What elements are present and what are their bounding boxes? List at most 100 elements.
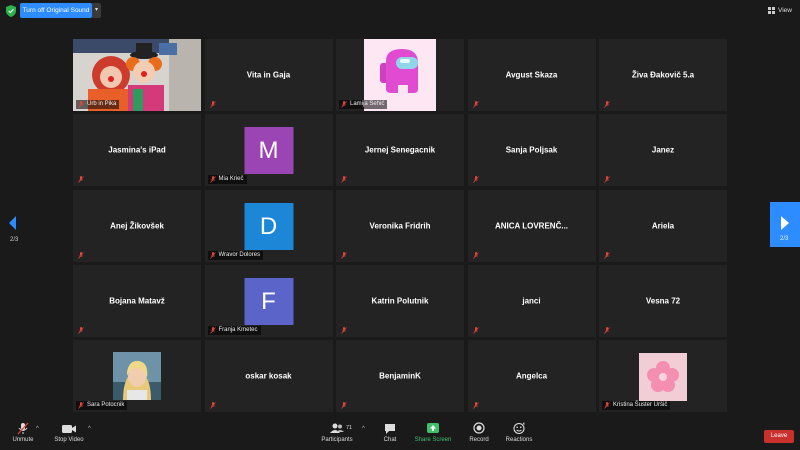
stop-video-label: Stop Video: [54, 437, 84, 443]
mic-muted-icon: [209, 251, 216, 259]
avatar: M: [244, 127, 293, 175]
chevron-down-icon: ▾: [94, 7, 98, 13]
participant-name: Janez: [651, 145, 675, 155]
participant-name-label: Lamija Šehić: [339, 100, 388, 109]
participants-label: Participants: [321, 437, 353, 443]
participant-tile[interactable]: Angelca: [467, 340, 596, 412]
chat-label: Chat: [383, 437, 397, 443]
participant-tile[interactable]: M Mia Krieč: [204, 114, 333, 187]
page-indicator: 2/3: [10, 237, 19, 243]
participant-tile[interactable]: Lamija Šehić: [336, 39, 464, 111]
page-indicator: 2/3: [780, 236, 789, 242]
unmute-label: Unmute: [12, 437, 34, 443]
mic-muted-icon: [604, 326, 610, 334]
mic-muted-icon: [472, 326, 479, 334]
record-button[interactable]: Record: [468, 422, 490, 450]
view-button[interactable]: View: [768, 5, 792, 16]
participant-tile[interactable]: Vita in Gaja: [204, 39, 333, 111]
reactions-button[interactable]: Reactions: [504, 422, 534, 450]
audio-options-caret-icon[interactable]: ^: [36, 426, 39, 432]
participant-tile[interactable]: Urb in Pika: [73, 39, 201, 111]
participant-tile[interactable]: ANICA LOVRENČ...: [467, 189, 596, 262]
participant-name: Avgust Skaza: [505, 70, 558, 80]
participant-name-label: Franja Kmetec: [207, 325, 261, 335]
video-options-caret-icon[interactable]: ^: [88, 426, 91, 432]
unmute-button[interactable]: Unmute: [12, 422, 34, 450]
participant-tile[interactable]: Živa Đakovič 5.a: [599, 39, 727, 111]
participant-tile[interactable]: Kristina Šuster Uršič: [599, 340, 727, 412]
participant-tile[interactable]: Janez: [599, 114, 727, 187]
participant-name: Jasmina's iPad: [108, 145, 166, 155]
participant-tile[interactable]: Jernej Senegacnik: [336, 114, 464, 187]
share-screen-button[interactable]: Share Screen: [414, 422, 452, 450]
mic-muted-icon: [78, 101, 84, 108]
top-bar: Turn off Original Sound ▾ View: [0, 0, 800, 22]
mic-muted-icon: [78, 326, 84, 334]
mic-muted-icon: [341, 176, 347, 183]
record-icon: [473, 422, 485, 434]
view-label: View: [778, 7, 792, 14]
gallery-grid: Urb in Pika Vita in Gaja Lamija Šehić Av…: [73, 39, 727, 412]
participant-tile[interactable]: Bojana Matavž: [73, 264, 201, 337]
participant-tile[interactable]: Veronika Fridrih: [336, 189, 464, 262]
mic-muted-icon: [209, 101, 216, 108]
participant-name-label: Sara Potocnik: [76, 401, 128, 410]
participant-tile[interactable]: Katrin Polutnik: [336, 264, 464, 337]
security-shield-icon: [6, 5, 16, 17]
mic-muted-icon: [472, 101, 479, 108]
leave-button[interactable]: Leave: [764, 430, 794, 443]
participant-tile[interactable]: F Franja Kmetec: [204, 264, 333, 337]
mic-muted-icon: [341, 402, 347, 409]
mic-muted-icon: [472, 176, 479, 183]
reaction-emoji-icon: [513, 422, 525, 435]
participant-tile[interactable]: janci: [467, 264, 596, 337]
participant-tile[interactable]: Sara Potocnik: [73, 340, 201, 412]
chevron-left-icon: [9, 216, 16, 230]
participant-name: BenjaminK: [379, 371, 421, 381]
participants-icon: [330, 423, 344, 433]
mic-muted-icon: [604, 251, 610, 259]
participant-name: Vita in Gaja: [246, 70, 291, 80]
video-camera-icon: [62, 425, 76, 433]
share-screen-label: Share Screen: [414, 437, 452, 443]
reactions-label: Reactions: [505, 437, 533, 443]
participant-name: Bojana Matavž: [109, 296, 165, 306]
mic-muted-icon: [17, 422, 29, 435]
participant-tile[interactable]: oskar kosak: [204, 340, 333, 412]
participant-name: janci: [522, 296, 541, 306]
participant-tile[interactable]: BenjaminK: [336, 340, 464, 412]
participant-name: Anej Žikovšek: [110, 221, 164, 230]
participant-name: Jernej Senegacnik: [364, 145, 436, 155]
original-sound-dropdown[interactable]: ▾: [92, 3, 101, 18]
next-page-button[interactable]: 2/3: [770, 202, 800, 247]
mic-muted-icon: [341, 251, 347, 259]
participants-options-caret-icon[interactable]: ^: [362, 426, 365, 432]
participant-tile[interactable]: Avgust Skaza: [467, 39, 596, 111]
mic-muted-icon: [78, 251, 84, 259]
participant-tile[interactable]: Sanja Poljsak: [467, 114, 596, 187]
participant-tile[interactable]: Vesna 72: [599, 264, 727, 337]
participant-tile[interactable]: Ariela: [599, 189, 727, 262]
participant-name-label: Wravor Dolores: [207, 250, 264, 260]
participant-name: Katrin Polutnik: [371, 296, 429, 306]
avatar: F: [244, 277, 293, 325]
chat-button[interactable]: Chat: [381, 422, 399, 450]
participant-tile[interactable]: Anej Žikovšek: [73, 189, 201, 262]
mic-muted-icon: [472, 402, 479, 409]
participant-name: Angelca: [515, 371, 548, 381]
mic-muted-icon: [78, 402, 84, 409]
participant-name: Veronika Fridrih: [369, 221, 431, 230]
participant-tile[interactable]: D Wravor Dolores: [204, 189, 333, 262]
participant-tile[interactable]: Jasmina's iPad: [73, 114, 201, 187]
mic-muted-icon: [604, 176, 610, 183]
mic-muted-icon: [341, 101, 347, 108]
share-screen-icon: [427, 423, 439, 433]
participant-name-label: Mia Krieč: [207, 175, 247, 185]
participant-name-label: Urb in Pika: [76, 100, 120, 109]
avatar: D: [244, 202, 293, 250]
participants-count: 71: [346, 425, 353, 431]
participant-name: oskar kosak: [245, 371, 292, 381]
previous-page-button[interactable]: 2/3: [6, 213, 20, 248]
stop-video-button[interactable]: Stop Video: [54, 422, 84, 450]
turn-off-original-sound-button[interactable]: Turn off Original Sound: [20, 3, 92, 18]
